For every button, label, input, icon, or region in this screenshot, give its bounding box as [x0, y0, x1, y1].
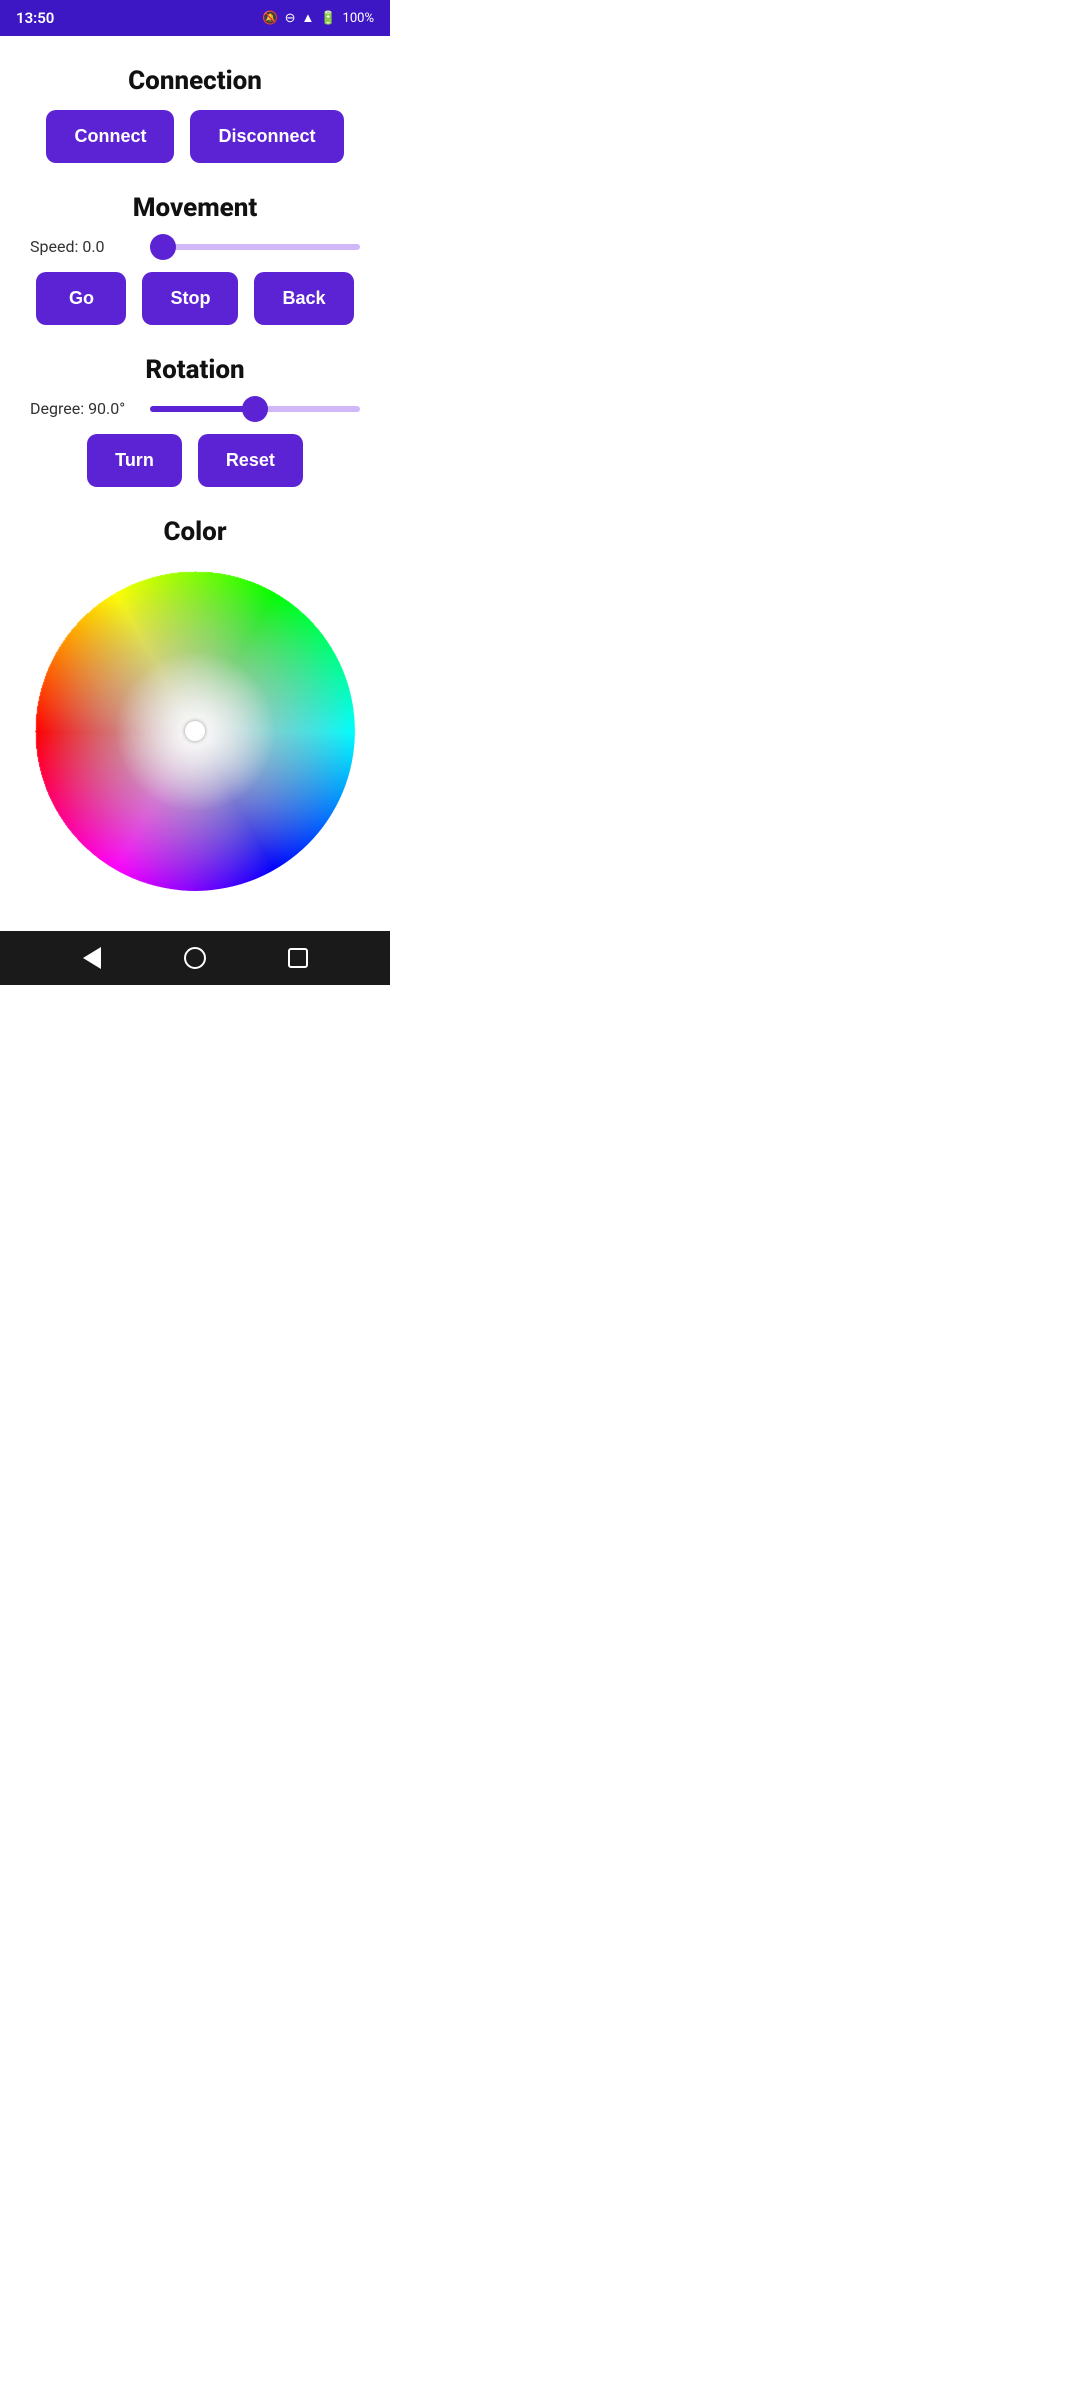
go-button[interactable]: Go: [36, 272, 126, 325]
speed-slider-row: Speed: 0.0: [20, 237, 370, 256]
movement-title: Movement: [133, 193, 258, 223]
main-content: Connection Connect Disconnect Movement S…: [0, 36, 390, 931]
status-icons: 🔕 ⊖ ▲ 🔋 100%: [262, 10, 374, 26]
nav-recents-button[interactable]: [278, 938, 318, 978]
rotation-section: Rotation Degree: 90.0° Turn Reset: [20, 355, 370, 487]
movement-section: Movement Speed: 0.0 Go Stop Back: [20, 193, 370, 325]
color-section: Color: [20, 517, 370, 891]
status-time: 13:50: [16, 9, 54, 27]
rotation-buttons: Turn Reset: [87, 434, 303, 487]
rotation-title: Rotation: [145, 355, 244, 385]
turn-button[interactable]: Turn: [87, 434, 182, 487]
movement-buttons: Go Stop Back: [36, 272, 353, 325]
degree-slider-track[interactable]: [150, 406, 360, 412]
connect-button[interactable]: Connect: [46, 110, 174, 163]
color-title: Color: [163, 517, 226, 547]
status-bar: 13:50 🔕 ⊖ ▲ 🔋 100%: [0, 0, 390, 36]
nav-back-icon: [83, 947, 101, 969]
disconnect-button[interactable]: Disconnect: [190, 110, 343, 163]
connection-buttons: Connect Disconnect: [46, 110, 343, 163]
bottom-nav: [0, 931, 390, 985]
battery-icon: 🔋: [320, 11, 336, 26]
degree-slider-fill: [150, 406, 255, 412]
back-button[interactable]: Back: [254, 272, 353, 325]
minus-circle-icon: ⊖: [285, 11, 296, 26]
nav-recents-icon: [288, 948, 308, 968]
stop-button[interactable]: Stop: [142, 272, 238, 325]
speed-slider-thumb[interactable]: [150, 234, 176, 260]
connection-title: Connection: [128, 66, 262, 96]
reset-button[interactable]: Reset: [198, 434, 303, 487]
nav-back-button[interactable]: [72, 938, 112, 978]
degree-slider-thumb[interactable]: [242, 396, 268, 422]
speed-label: Speed: 0.0: [30, 237, 130, 256]
battery-percent: 100%: [343, 11, 374, 26]
color-wheel-selector[interactable]: [185, 721, 205, 741]
nav-home-icon: [184, 947, 206, 969]
mute-icon: 🔕: [262, 11, 278, 26]
color-wheel[interactable]: [35, 571, 355, 891]
nav-home-button[interactable]: [175, 938, 215, 978]
wifi-icon: ▲: [301, 10, 314, 26]
degree-label: Degree: 90.0°: [30, 399, 130, 418]
degree-slider-row: Degree: 90.0°: [20, 399, 370, 418]
connection-section: Connection Connect Disconnect: [20, 66, 370, 163]
speed-slider-track[interactable]: [150, 244, 360, 250]
